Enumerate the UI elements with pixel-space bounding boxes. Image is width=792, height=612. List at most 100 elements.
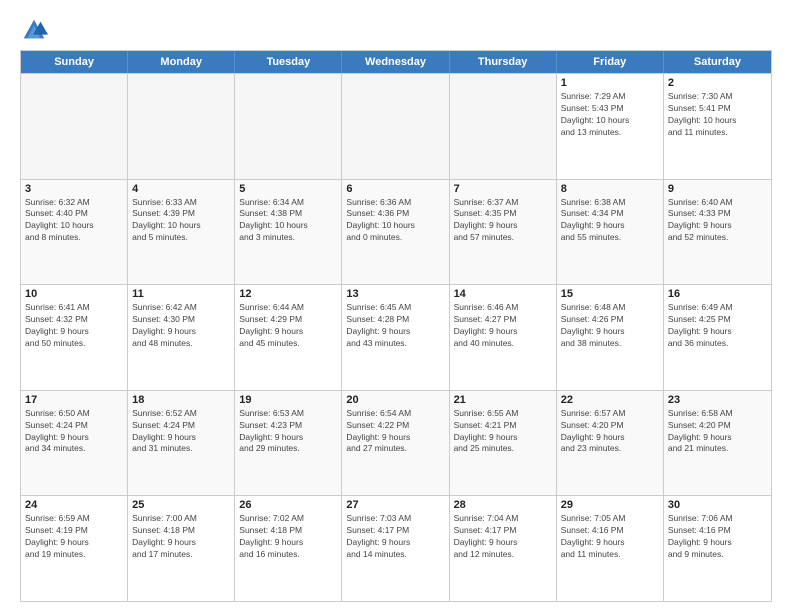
cell-text: Sunrise: 6:46 AM Sunset: 4:27 PM Dayligh… [454, 302, 552, 350]
day-number: 24 [25, 499, 123, 511]
day-number: 30 [668, 499, 767, 511]
cal-cell-1-6: 9 Sunrise: 6:40 AM Sunset: 4:33 PM Daylig… [664, 180, 771, 285]
cell-text: Sunrise: 6:42 AM Sunset: 4:30 PM Dayligh… [132, 302, 230, 350]
logo [20, 16, 52, 44]
day-number: 21 [454, 394, 552, 406]
header-day-friday: Friday [557, 51, 664, 73]
cell-text: Sunrise: 7:30 AM Sunset: 5:41 PM Dayligh… [668, 91, 767, 139]
cal-cell-3-6: 23 Sunrise: 6:58 AM Sunset: 4:20 PM Dayli… [664, 391, 771, 496]
cal-cell-0-4 [450, 74, 557, 179]
day-number: 4 [132, 183, 230, 195]
cal-cell-0-5: 1 Sunrise: 7:29 AM Sunset: 5:43 PM Daylig… [557, 74, 664, 179]
day-number: 9 [668, 183, 767, 195]
cal-cell-2-2: 12Sunrise: 6:44 AM Sunset: 4:29 PM Dayli… [235, 285, 342, 390]
cell-text: Sunrise: 6:58 AM Sunset: 4:20 PM Dayligh… [668, 408, 767, 456]
cell-text: Sunrise: 6:50 AM Sunset: 4:24 PM Dayligh… [25, 408, 123, 456]
cal-cell-4-0: 24 Sunrise: 6:59 AM Sunset: 4:19 PM Dayli… [21, 496, 128, 601]
day-number: 2 [668, 77, 767, 89]
cal-cell-2-3: 13Sunrise: 6:45 AM Sunset: 4:28 PM Dayli… [342, 285, 449, 390]
cell-text: Sunrise: 6:59 AM Sunset: 4:19 PM Dayligh… [25, 513, 123, 561]
day-number: 29 [561, 499, 659, 511]
cell-text: Sunrise: 6:53 AM Sunset: 4:23 PM Dayligh… [239, 408, 337, 456]
cell-text: Sunrise: 7:02 AM Sunset: 4:18 PM Dayligh… [239, 513, 337, 561]
cal-cell-0-6: 2 Sunrise: 7:30 AM Sunset: 5:41 PM Daylig… [664, 74, 771, 179]
cal-cell-3-4: 21 Sunrise: 6:55 AM Sunset: 4:21 PM Dayli… [450, 391, 557, 496]
cell-text: Sunrise: 6:48 AM Sunset: 4:26 PM Dayligh… [561, 302, 659, 350]
cell-text: Sunrise: 6:40 AM Sunset: 4:33 PM Dayligh… [668, 197, 767, 245]
cal-cell-1-3: 6Sunrise: 6:36 AM Sunset: 4:36 PM Daylig… [342, 180, 449, 285]
page: SundayMondayTuesdayWednesdayThursdayFrid… [0, 0, 792, 612]
logo-icon [20, 16, 48, 44]
header-day-thursday: Thursday [450, 51, 557, 73]
cell-text: Sunrise: 6:32 AM Sunset: 4:40 PM Dayligh… [25, 197, 123, 245]
cell-text: Sunrise: 6:52 AM Sunset: 4:24 PM Dayligh… [132, 408, 230, 456]
day-number: 19 [239, 394, 337, 406]
cal-cell-2-5: 15 Sunrise: 6:48 AM Sunset: 4:26 PM Dayli… [557, 285, 664, 390]
day-number: 23 [668, 394, 767, 406]
cell-text: Sunrise: 6:45 AM Sunset: 4:28 PM Dayligh… [346, 302, 444, 350]
cell-text: Sunrise: 6:38 AM Sunset: 4:34 PM Dayligh… [561, 197, 659, 245]
cal-cell-0-0 [21, 74, 128, 179]
day-number: 28 [454, 499, 552, 511]
cell-text: Sunrise: 7:05 AM Sunset: 4:16 PM Dayligh… [561, 513, 659, 561]
cal-cell-2-1: 11 Sunrise: 6:42 AM Sunset: 4:30 PM Dayli… [128, 285, 235, 390]
calendar-header: SundayMondayTuesdayWednesdayThursdayFrid… [21, 51, 771, 73]
cell-text: Sunrise: 6:37 AM Sunset: 4:35 PM Dayligh… [454, 197, 552, 245]
day-number: 17 [25, 394, 123, 406]
day-number: 1 [561, 77, 659, 89]
calendar-body: 1 Sunrise: 7:29 AM Sunset: 5:43 PM Daylig… [21, 73, 771, 601]
cell-text: Sunrise: 6:57 AM Sunset: 4:20 PM Dayligh… [561, 408, 659, 456]
cal-cell-4-2: 26 Sunrise: 7:02 AM Sunset: 4:18 PM Dayli… [235, 496, 342, 601]
cal-row-1: 3 Sunrise: 6:32 AM Sunset: 4:40 PM Daylig… [21, 179, 771, 285]
cell-text: Sunrise: 6:33 AM Sunset: 4:39 PM Dayligh… [132, 197, 230, 245]
cal-cell-1-4: 7 Sunrise: 6:37 AM Sunset: 4:35 PM Daylig… [450, 180, 557, 285]
day-number: 25 [132, 499, 230, 511]
cal-cell-1-5: 8 Sunrise: 6:38 AM Sunset: 4:34 PM Daylig… [557, 180, 664, 285]
cal-cell-4-3: 27 Sunrise: 7:03 AM Sunset: 4:17 PM Dayli… [342, 496, 449, 601]
cal-row-0: 1 Sunrise: 7:29 AM Sunset: 5:43 PM Daylig… [21, 73, 771, 179]
day-number: 7 [454, 183, 552, 195]
day-number: 6 [346, 183, 444, 195]
cal-cell-3-1: 18Sunrise: 6:52 AM Sunset: 4:24 PM Dayli… [128, 391, 235, 496]
day-number: 10 [25, 288, 123, 300]
cell-text: Sunrise: 6:49 AM Sunset: 4:25 PM Dayligh… [668, 302, 767, 350]
header-day-monday: Monday [128, 51, 235, 73]
cal-row-2: 10 Sunrise: 6:41 AM Sunset: 4:32 PM Dayli… [21, 284, 771, 390]
cell-text: Sunrise: 6:34 AM Sunset: 4:38 PM Dayligh… [239, 197, 337, 245]
cal-cell-4-6: 30Sunrise: 7:06 AM Sunset: 4:16 PM Dayli… [664, 496, 771, 601]
cell-text: Sunrise: 6:44 AM Sunset: 4:29 PM Dayligh… [239, 302, 337, 350]
cal-cell-3-5: 22 Sunrise: 6:57 AM Sunset: 4:20 PM Dayli… [557, 391, 664, 496]
cal-cell-4-5: 29 Sunrise: 7:05 AM Sunset: 4:16 PM Dayli… [557, 496, 664, 601]
cal-cell-4-1: 25 Sunrise: 7:00 AM Sunset: 4:18 PM Dayli… [128, 496, 235, 601]
cell-text: Sunrise: 6:55 AM Sunset: 4:21 PM Dayligh… [454, 408, 552, 456]
cal-cell-1-1: 4 Sunrise: 6:33 AM Sunset: 4:39 PM Daylig… [128, 180, 235, 285]
day-number: 22 [561, 394, 659, 406]
cal-cell-1-2: 5 Sunrise: 6:34 AM Sunset: 4:38 PM Daylig… [235, 180, 342, 285]
day-number: 3 [25, 183, 123, 195]
cal-cell-2-0: 10 Sunrise: 6:41 AM Sunset: 4:32 PM Dayli… [21, 285, 128, 390]
cell-text: Sunrise: 7:00 AM Sunset: 4:18 PM Dayligh… [132, 513, 230, 561]
day-number: 27 [346, 499, 444, 511]
cal-cell-3-0: 17 Sunrise: 6:50 AM Sunset: 4:24 PM Dayli… [21, 391, 128, 496]
cell-text: Sunrise: 7:29 AM Sunset: 5:43 PM Dayligh… [561, 91, 659, 139]
header [20, 16, 772, 44]
header-day-saturday: Saturday [664, 51, 771, 73]
day-number: 20 [346, 394, 444, 406]
cal-row-4: 24 Sunrise: 6:59 AM Sunset: 4:19 PM Dayli… [21, 495, 771, 601]
cal-cell-3-3: 20Sunrise: 6:54 AM Sunset: 4:22 PM Dayli… [342, 391, 449, 496]
cal-cell-1-0: 3 Sunrise: 6:32 AM Sunset: 4:40 PM Daylig… [21, 180, 128, 285]
day-number: 15 [561, 288, 659, 300]
cell-text: Sunrise: 6:41 AM Sunset: 4:32 PM Dayligh… [25, 302, 123, 350]
calendar: SundayMondayTuesdayWednesdayThursdayFrid… [20, 50, 772, 602]
header-day-wednesday: Wednesday [342, 51, 449, 73]
day-number: 11 [132, 288, 230, 300]
day-number: 8 [561, 183, 659, 195]
day-number: 16 [668, 288, 767, 300]
cal-cell-3-2: 19 Sunrise: 6:53 AM Sunset: 4:23 PM Dayli… [235, 391, 342, 496]
day-number: 14 [454, 288, 552, 300]
cal-row-3: 17 Sunrise: 6:50 AM Sunset: 4:24 PM Dayli… [21, 390, 771, 496]
day-number: 5 [239, 183, 337, 195]
day-number: 26 [239, 499, 337, 511]
cell-text: Sunrise: 7:03 AM Sunset: 4:17 PM Dayligh… [346, 513, 444, 561]
cell-text: Sunrise: 7:04 AM Sunset: 4:17 PM Dayligh… [454, 513, 552, 561]
